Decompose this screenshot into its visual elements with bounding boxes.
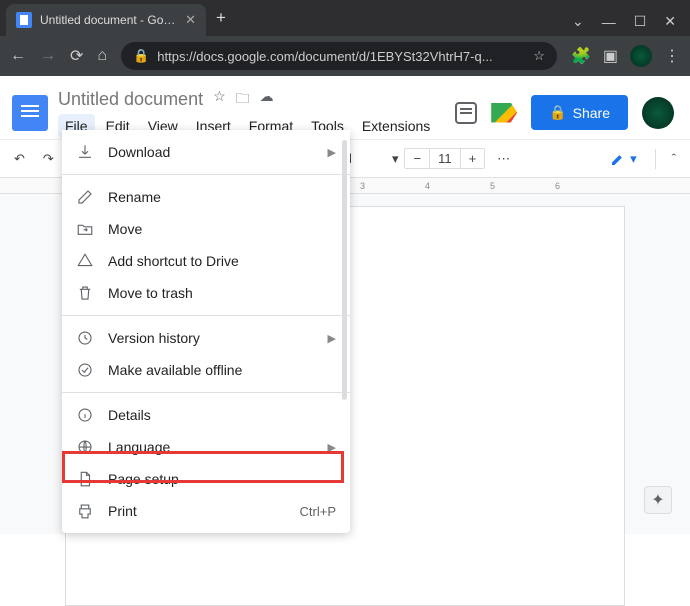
page-icon	[76, 470, 94, 488]
profile-avatar-small[interactable]	[630, 45, 652, 67]
menu-item-shortcut[interactable]: Add shortcut to Drive	[62, 245, 350, 277]
home-icon[interactable]: ⌂	[97, 47, 107, 65]
file-dropdown-menu: Download ▶ Rename Move Add shortcut to D…	[62, 130, 350, 533]
panel-icon[interactable]: ▣	[603, 46, 618, 66]
trash-icon	[76, 284, 94, 302]
expand-icon[interactable]: ˆ	[666, 147, 682, 170]
info-icon	[76, 406, 94, 424]
menu-item-offline[interactable]: Make available offline	[62, 354, 350, 386]
font-size-control: − 11 +	[404, 148, 485, 169]
download-icon	[76, 143, 94, 161]
puzzle-icon[interactable]: 🧩	[571, 46, 591, 66]
folder-move-icon	[76, 220, 94, 238]
menu-divider	[62, 174, 350, 175]
explore-button[interactable]: ✦	[644, 486, 672, 514]
forward-icon[interactable]: →	[40, 47, 56, 65]
dropdown-arrow-icon: ▾	[630, 151, 637, 167]
back-icon[interactable]: ←	[10, 47, 26, 65]
menu-item-trash[interactable]: Move to trash	[62, 277, 350, 309]
submenu-arrow-icon: ▶	[328, 441, 336, 454]
chevron-down-icon[interactable]: ⌄	[572, 13, 584, 30]
window-controls: ⌄ — ☐ ✕	[572, 13, 682, 36]
share-button[interactable]: 🔒 Share	[531, 95, 628, 130]
drive-shortcut-icon	[76, 252, 94, 270]
address-bar: ← → ⟳ ⌂ 🔒 https://docs.google.com/docume…	[0, 36, 690, 76]
menu-item-details[interactable]: Details	[62, 399, 350, 431]
redo-icon[interactable]: ↷	[37, 147, 60, 171]
decrease-font-button[interactable]: −	[405, 149, 429, 168]
browser-titlebar: Untitled document - Google Doc ✕ + ⌄ — ☐…	[0, 0, 690, 36]
history-icon	[76, 329, 94, 347]
submenu-arrow-icon: ▶	[328, 146, 336, 159]
font-size-value[interactable]: 11	[429, 149, 461, 168]
menu-item-language[interactable]: Language ▶	[62, 431, 350, 463]
new-tab-button[interactable]: +	[206, 8, 236, 28]
menu-item-move[interactable]: Move	[62, 213, 350, 245]
menu-item-page-setup[interactable]: Page setup	[62, 463, 350, 495]
globe-icon	[76, 438, 94, 456]
move-icon[interactable]: 🗀	[236, 88, 250, 112]
comment-history-icon[interactable]	[455, 102, 477, 124]
menu-extensions[interactable]: Extensions	[355, 114, 437, 138]
menu-divider	[62, 315, 350, 316]
overflow-icon[interactable]: ⋮	[664, 46, 680, 66]
document-title[interactable]: Untitled document	[58, 89, 203, 110]
lock-icon: 🔒	[549, 104, 566, 121]
submenu-arrow-icon: ▶	[328, 332, 336, 345]
minimize-icon[interactable]: —	[602, 14, 616, 30]
cloud-icon[interactable]: ☁	[260, 88, 274, 112]
docs-logo-icon[interactable]	[12, 95, 48, 131]
more-tools-icon[interactable]: ⋯	[491, 147, 516, 171]
offline-icon	[76, 361, 94, 379]
tab-title: Untitled document - Google Doc	[40, 13, 177, 27]
editing-mode-button[interactable]: ▾	[602, 147, 645, 171]
bookmark-icon[interactable]: ☆	[533, 48, 545, 64]
reload-icon[interactable]: ⟳	[70, 46, 83, 66]
meet-icon[interactable]	[491, 103, 517, 123]
menu-item-rename[interactable]: Rename	[62, 181, 350, 213]
increase-font-button[interactable]: +	[461, 149, 485, 168]
dropdown-arrow-icon[interactable]: ▾	[392, 151, 399, 167]
maximize-icon[interactable]: ☐	[634, 13, 647, 30]
close-window-icon[interactable]: ✕	[664, 13, 676, 30]
url-field[interactable]: 🔒 https://docs.google.com/document/d/1EB…	[121, 42, 557, 70]
browser-tab[interactable]: Untitled document - Google Doc ✕	[6, 4, 206, 36]
url-text: https://docs.google.com/document/d/1EBYS…	[157, 49, 492, 64]
menu-item-download[interactable]: Download ▶	[62, 136, 350, 168]
shortcut-label: Ctrl+P	[300, 504, 336, 519]
print-icon	[76, 502, 94, 520]
profile-avatar[interactable]	[642, 97, 674, 129]
pencil-icon	[76, 188, 94, 206]
menu-divider	[62, 392, 350, 393]
pencil-icon	[610, 151, 626, 167]
menu-item-version-history[interactable]: Version history ▶	[62, 322, 350, 354]
close-tab-icon[interactable]: ✕	[185, 12, 196, 28]
undo-icon[interactable]: ↶	[8, 147, 31, 171]
lock-icon: 🔒	[133, 48, 149, 64]
menu-item-print[interactable]: Print Ctrl+P	[62, 495, 350, 527]
share-label: Share	[573, 105, 610, 121]
docs-favicon	[16, 12, 32, 28]
star-icon[interactable]: ☆	[213, 88, 226, 112]
